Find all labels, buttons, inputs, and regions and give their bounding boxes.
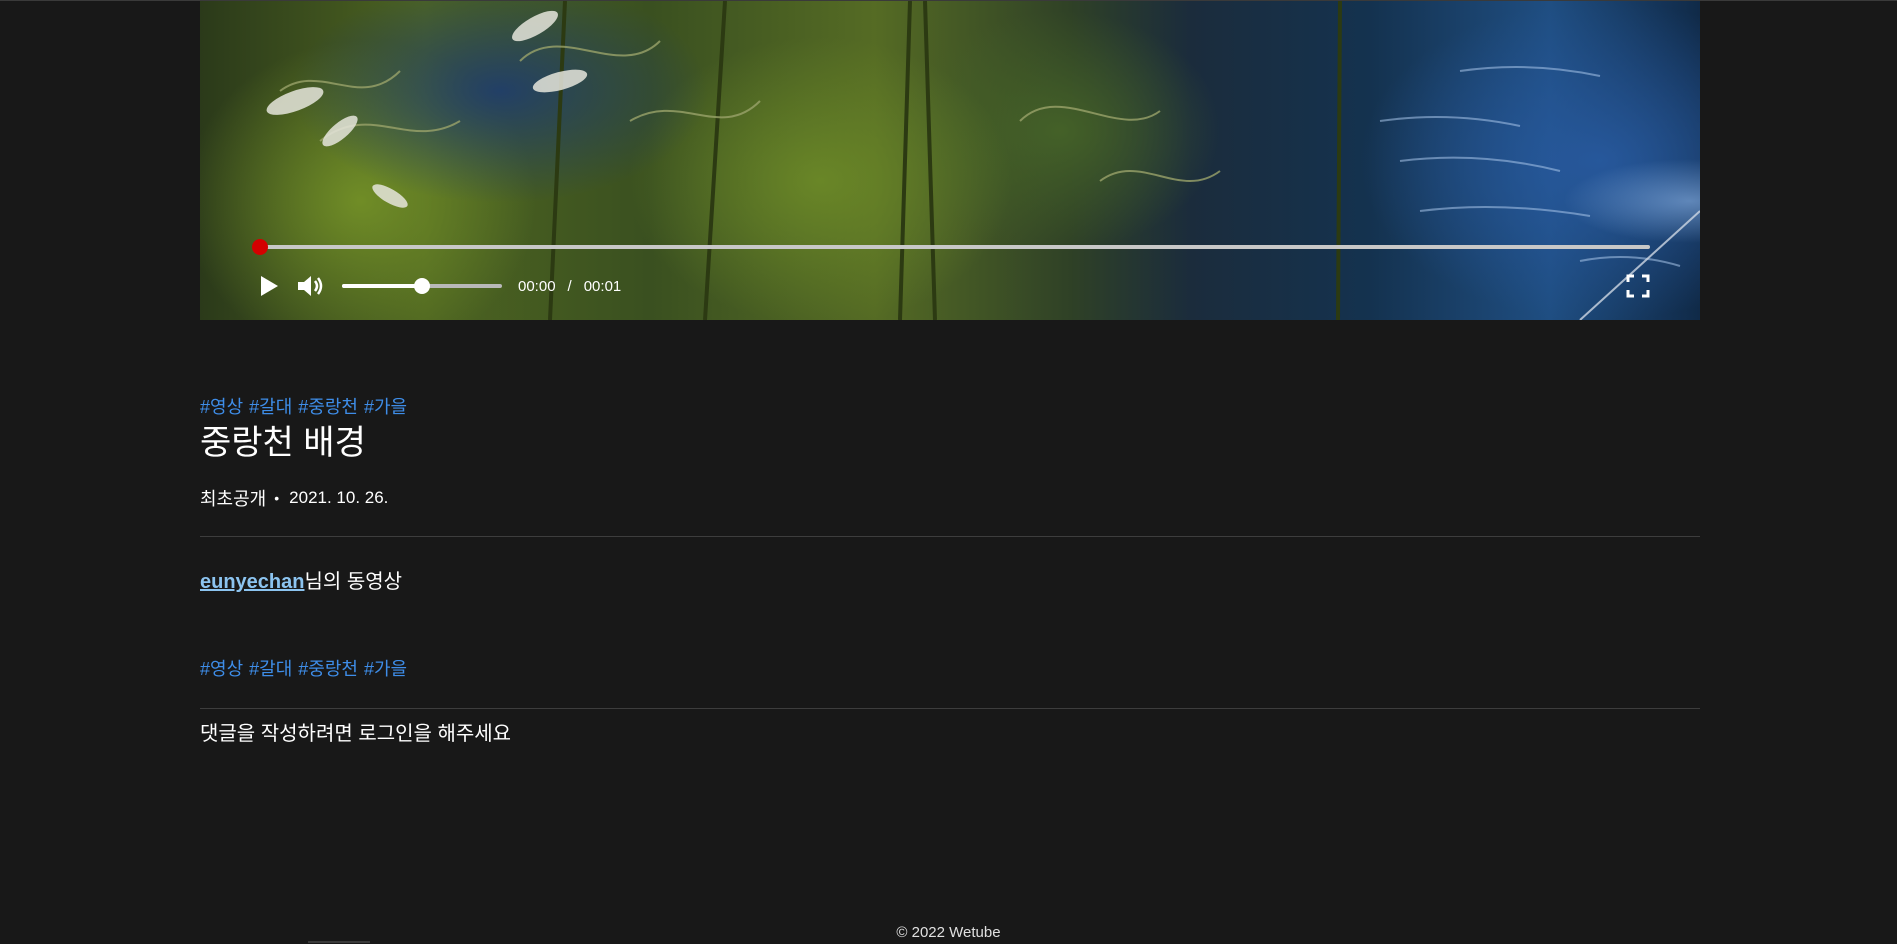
hashtag-link[interactable]: #영상	[200, 659, 243, 679]
footer-copyright: © 2022 Wetube	[896, 924, 1001, 941]
hashtag-link[interactable]: #가을	[364, 397, 407, 417]
hashtag-link[interactable]: #중랑천	[298, 397, 358, 417]
owner-suffix: 님의 동영상	[304, 571, 403, 593]
seek-thumb[interactable]	[252, 239, 268, 255]
total-time: 00:01	[583, 277, 622, 295]
play-button[interactable]	[256, 273, 282, 299]
volume-thumb[interactable]	[414, 278, 430, 294]
time-display: 00:00 / 00:01	[518, 278, 621, 295]
video-description-hashtags: #영상 #갈대 #중랑천 #가을	[200, 655, 413, 681]
hashtag-link[interactable]: #가을	[364, 659, 407, 679]
play-icon	[261, 276, 278, 296]
volume-icon	[298, 276, 323, 296]
owner-profile-link[interactable]: eunyechan	[200, 571, 304, 593]
time-separator: /	[567, 277, 572, 295]
video-owner: eunyechan님의 동영상	[200, 565, 402, 594]
hashtag-link[interactable]: #중랑천	[298, 659, 358, 679]
video-player[interactable]: 00:00 / 00:01	[200, 1, 1700, 320]
volume-slider[interactable]	[342, 276, 502, 296]
fullscreen-icon	[1626, 274, 1650, 298]
video-controls: 00:00 / 00:01	[256, 271, 621, 301]
volume-fill	[342, 284, 422, 288]
fullscreen-button[interactable]	[1626, 274, 1650, 298]
current-time: 00:00	[518, 277, 556, 295]
meta-dot: •	[274, 490, 280, 506]
video-meta: 최초공개 • 2021. 10. 26.	[200, 485, 388, 511]
hashtag-link[interactable]: #영상	[200, 397, 243, 417]
hashtag-link[interactable]: #갈대	[249, 659, 292, 679]
comment-login-message: 댓글을 작성하려면 로그인을 해주세요	[200, 723, 512, 745]
video-page: 00:00 / 00:01 #영상 #갈대 #중랑천 #가을 중랑천 배경 최초공개 …	[200, 1, 1700, 745]
premiere-label: 최초공개	[200, 489, 267, 509]
divider	[200, 536, 1700, 537]
hashtag-link[interactable]: #갈대	[249, 397, 292, 417]
divider	[200, 708, 1700, 709]
upload-date: 2021. 10. 26.	[289, 488, 389, 507]
footer-mark	[308, 941, 370, 943]
video-title: 중랑천 배경	[200, 424, 366, 462]
seek-bar[interactable]	[260, 245, 1650, 249]
mute-button[interactable]	[296, 273, 328, 299]
